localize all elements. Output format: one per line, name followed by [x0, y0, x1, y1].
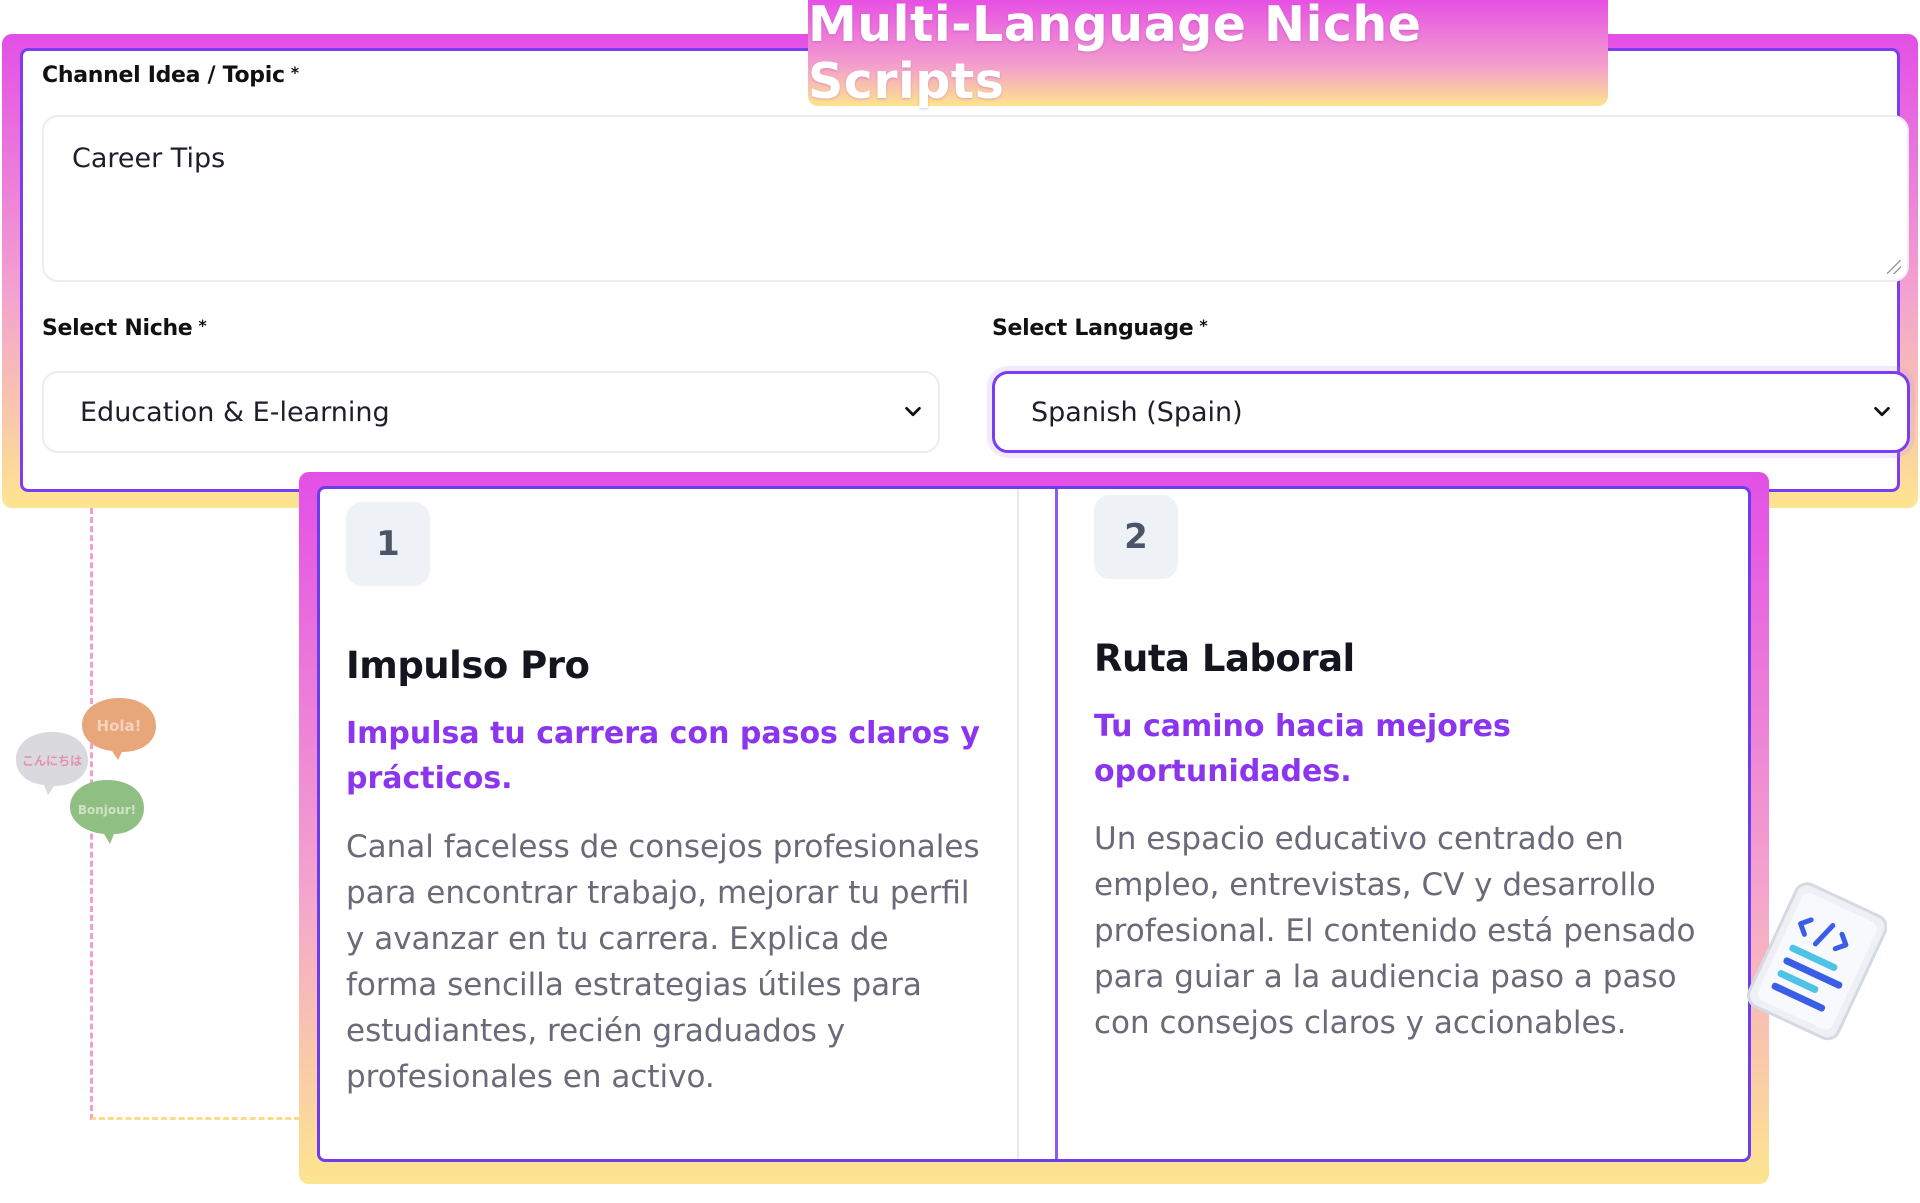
code-document-icon [1746, 882, 1887, 1041]
speech-bubble-icon: Bonjour! [70, 780, 144, 844]
required-mark: * [1199, 316, 1208, 335]
script-title: Ruta Laboral [1094, 637, 1355, 680]
page-title: Multi-Language Niche Scripts [808, 0, 1608, 110]
script-tagline: Tu camino hacia mejores oportunidades. [1094, 709, 1511, 789]
required-mark: * [198, 316, 207, 335]
topic-textarea[interactable]: Career Tips [42, 115, 1909, 282]
script-number-badge: 2 [1094, 495, 1178, 579]
speech-bubble-text: Hola! [97, 717, 142, 735]
topic-label: Channel Idea / Topic * [42, 63, 299, 88]
niche-label: Select Niche * [42, 316, 207, 341]
script-tagline: Impulsa tu carrera con pasos claros y pr… [346, 716, 980, 796]
required-mark: * [290, 63, 299, 82]
language-label: Select Language * [992, 316, 1208, 341]
results-panel: 1 Impulso Pro Impulsa tu carrera con pas… [299, 472, 1769, 1184]
speech-bubble-text: こんにちは [22, 754, 82, 768]
script-description: Un espacio educativo centrado en empleo,… [1094, 821, 1696, 1041]
script-number-badge: 1 [346, 502, 430, 586]
results-card: 1 Impulso Pro Impulsa tu carrera con pas… [317, 486, 1751, 1162]
script-title: Impulso Pro [346, 644, 590, 687]
language-label-text: Select Language [992, 316, 1194, 341]
script-description: Canal faceless de consejos profesionales… [346, 829, 980, 1095]
language-selected-value: Spanish (Spain) [1031, 396, 1243, 428]
niche-label-text: Select Niche [42, 316, 193, 341]
column-divider-accent [1055, 489, 1058, 1159]
column-divider [1017, 489, 1019, 1159]
niche-selected-value: Education & E-learning [80, 396, 390, 428]
niche-select[interactable]: Education & E-learning [42, 371, 940, 453]
language-select[interactable]: Spanish (Spain) [992, 371, 1910, 453]
speech-bubble-text: Bonjour! [78, 803, 136, 817]
topic-value: Career Tips [72, 143, 226, 174]
chevron-down-icon [905, 406, 921, 417]
form-card: Channel Idea / Topic * Career Tips Select… [20, 48, 1910, 492]
chevron-down-icon [1874, 406, 1890, 417]
resize-handle-icon[interactable] [1887, 260, 1901, 274]
topic-label-text: Channel Idea / Topic [42, 63, 285, 88]
